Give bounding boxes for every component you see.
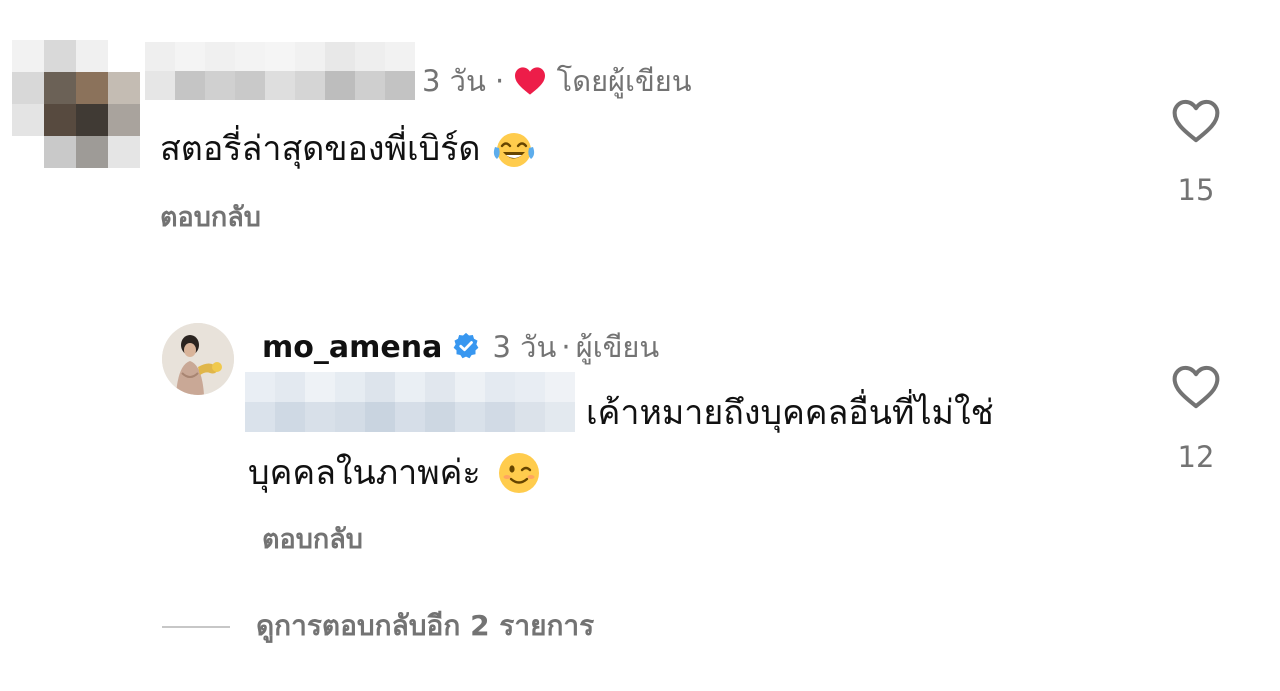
reply-body: บุคคลในภาพค่ะ — [248, 453, 481, 493]
meta-separator: · — [495, 64, 505, 98]
meta-separator: · — [561, 330, 571, 364]
face-with-tears-of-joy-icon — [494, 133, 535, 167]
reply-button[interactable]: ตอบกลับ — [160, 204, 261, 231]
reply-text-line1: เค้าหมายถึงบุคคลอื่นที่ไม่ใช่ — [586, 393, 994, 433]
like-heart-icon[interactable] — [1169, 360, 1223, 414]
verified-badge-icon — [454, 332, 479, 359]
avatar-censored[interactable] — [12, 40, 140, 168]
comment-time: 3 วัน — [422, 64, 486, 98]
winking-face-icon — [499, 453, 540, 493]
username-censored[interactable] — [145, 42, 415, 100]
like-count: 15 — [1177, 173, 1215, 207]
like-count: 12 — [1177, 440, 1215, 474]
comment-meta: 3 วัน · โดยผู้เขียน — [422, 66, 692, 96]
mention-censored[interactable] — [245, 372, 575, 432]
author-label: ผู้เขียน — [575, 330, 660, 364]
username-link[interactable]: mo_amena — [262, 330, 442, 365]
profile-photo — [162, 323, 234, 395]
reply-time: 3 วัน — [492, 330, 557, 364]
avatar[interactable] — [162, 323, 234, 395]
reply-button[interactable]: ตอบกลับ — [262, 526, 363, 553]
comment-body: สตอรี่ล่าสุดของพี่เบิร์ด — [160, 129, 481, 169]
author-badge: โดยผู้เขียน — [556, 64, 692, 98]
comment-text: สตอรี่ล่าสุดของพี่เบิร์ด — [160, 128, 537, 170]
view-more-replies-button[interactable]: ดูการตอบกลับอีก 2 รายการ — [256, 612, 594, 640]
reply-header: mo_amena 3 วัน · ผู้เขียน — [262, 331, 659, 363]
reply-text-line2: บุคคลในภาพค่ะ — [248, 450, 543, 496]
like-heart-icon[interactable] — [1169, 94, 1223, 148]
replies-divider — [162, 626, 230, 628]
liked-by-author-heart-icon — [515, 67, 546, 95]
